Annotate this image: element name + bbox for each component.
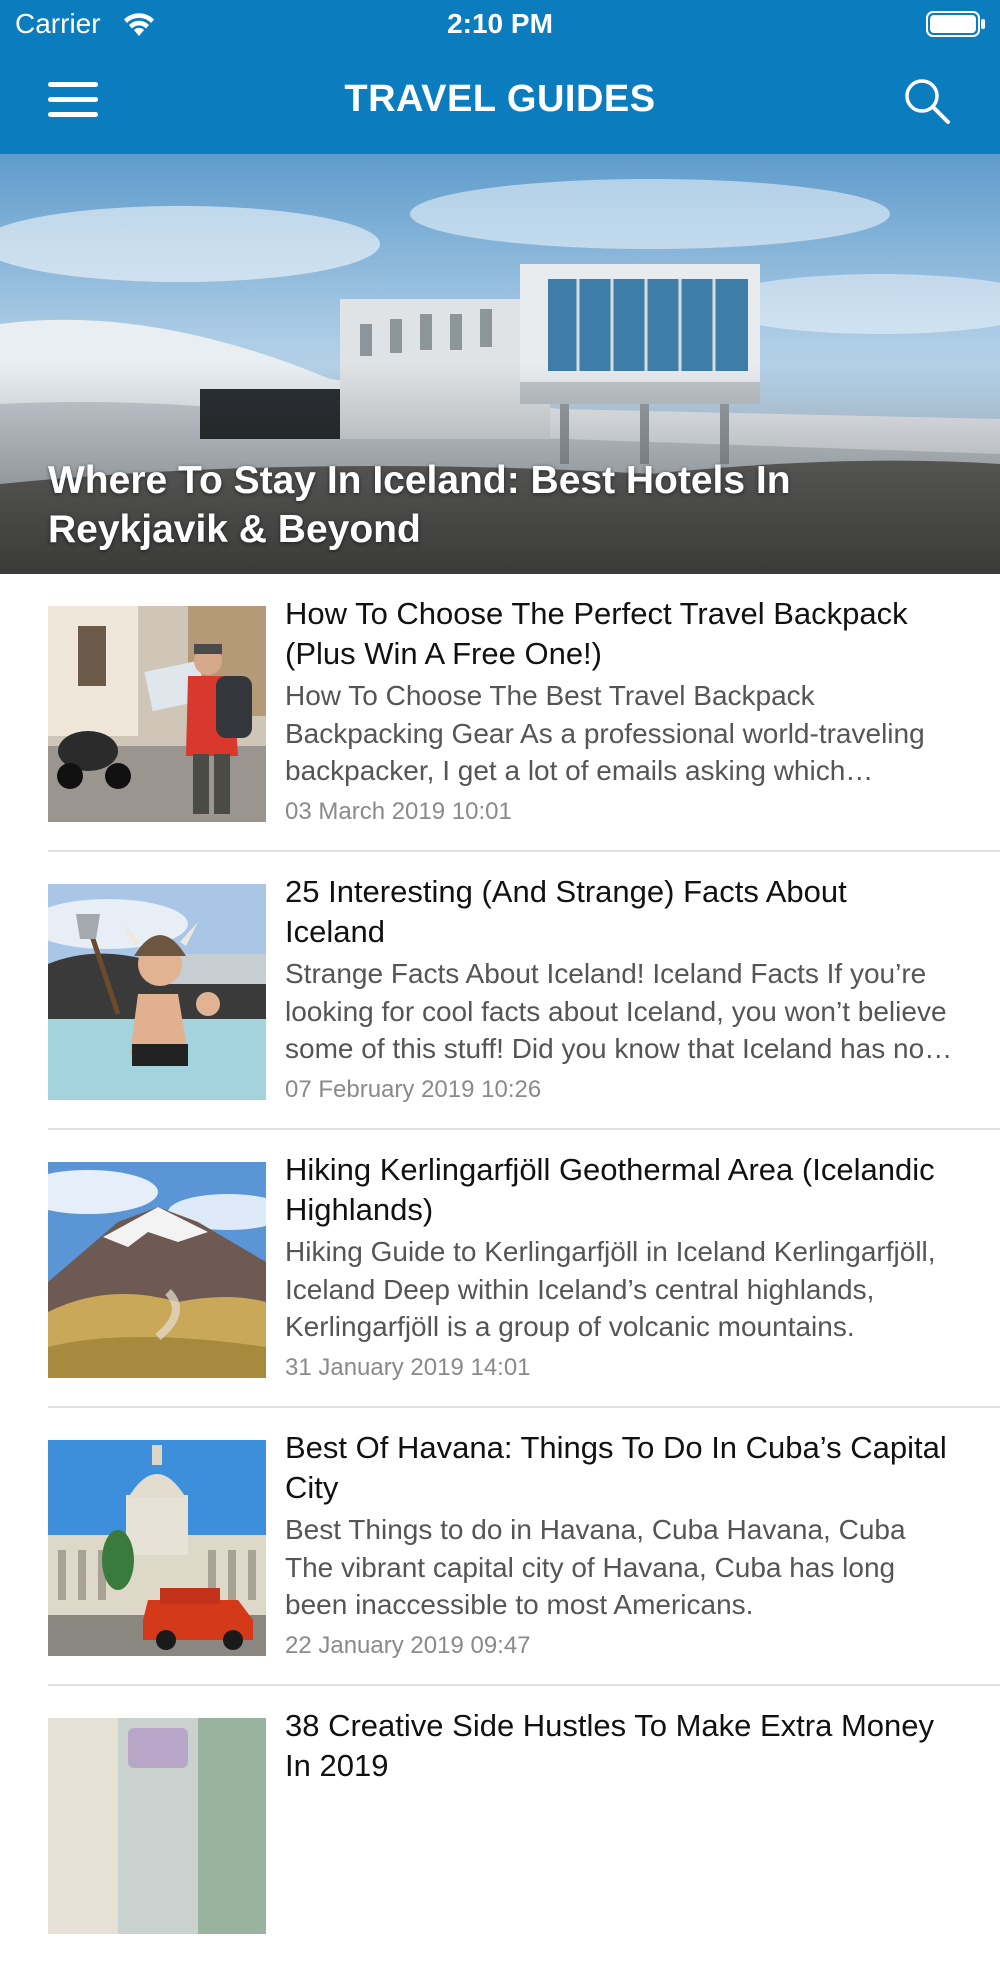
article-text: Hiking Kerlingarfjöll Geothermal Area (I… xyxy=(285,1150,955,1382)
page-title: TRAVEL GUIDES xyxy=(344,78,656,120)
article-thumbnail xyxy=(48,1162,266,1378)
article-text: How To Choose The Perfect Travel Backpac… xyxy=(285,594,955,826)
featured-title: Where To Stay In Iceland: Best Hotels In… xyxy=(48,459,791,551)
article-date: 31 January 2019 14:01 xyxy=(285,1353,531,1381)
article-title: Hiking Kerlingarfjöll Geothermal Area (I… xyxy=(285,1152,935,1227)
article-date: 22 January 2019 09:47 xyxy=(285,1631,531,1659)
article-item[interactable]: Best Of Havana: Things To Do In Cuba’s C… xyxy=(0,1408,1000,1686)
article-item[interactable]: Hiking Kerlingarfjöll Geothermal Area (I… xyxy=(0,1130,1000,1408)
article-thumbnail xyxy=(48,1440,266,1656)
status-time: 2:10 PM xyxy=(447,8,553,39)
status-bar: Carrier 2:10 PM xyxy=(0,0,1000,50)
article-excerpt: How To Choose The Best Travel Backpack B… xyxy=(285,680,925,786)
article-item[interactable]: How To Choose The Perfect Travel Backpac… xyxy=(0,574,1000,852)
article-title: 38 Creative Side Hustles To Make Extra M… xyxy=(285,1708,935,1783)
article-excerpt: Hiking Guide to Kerlingarfjöll in Icelan… xyxy=(285,1236,936,1342)
article-item[interactable]: 25 Interesting (And Strange) Facts About… xyxy=(0,852,1000,1130)
article-excerpt: Best Things to do in Havana, Cuba Havana… xyxy=(285,1514,906,1620)
article-date: 03 March 2019 10:01 xyxy=(285,797,512,825)
article-excerpt: Strange Facts About Iceland! Iceland Fac… xyxy=(285,958,947,1064)
article-title: Best Of Havana: Things To Do In Cuba’s C… xyxy=(285,1430,947,1505)
article-date: 07 February 2019 10:26 xyxy=(285,1075,542,1103)
article-title: How To Choose The Perfect Travel Backpac… xyxy=(285,596,908,671)
featured-article[interactable]: Where To Stay In Iceland: Best Hotels In… xyxy=(0,154,1000,574)
article-title: 25 Interesting (And Strange) Facts About… xyxy=(285,874,847,949)
battery-icon xyxy=(926,11,985,37)
navigation-bar: Carrier 2:10 PM TRAVEL GUIDES xyxy=(0,0,1000,154)
article-thumbnail xyxy=(48,606,266,822)
search-icon[interactable] xyxy=(902,76,952,126)
article-text: 25 Interesting (And Strange) Facts About… xyxy=(285,872,955,1104)
article-thumbnail xyxy=(48,884,266,1100)
article-text: Best Of Havana: Things To Do In Cuba’s C… xyxy=(285,1428,955,1660)
article-item[interactable]: 38 Creative Side Hustles To Make Extra M… xyxy=(0,1686,1000,1964)
article-text: 38 Creative Side Hustles To Make Extra M… xyxy=(285,1706,955,1797)
article-thumbnail xyxy=(48,1718,266,1934)
